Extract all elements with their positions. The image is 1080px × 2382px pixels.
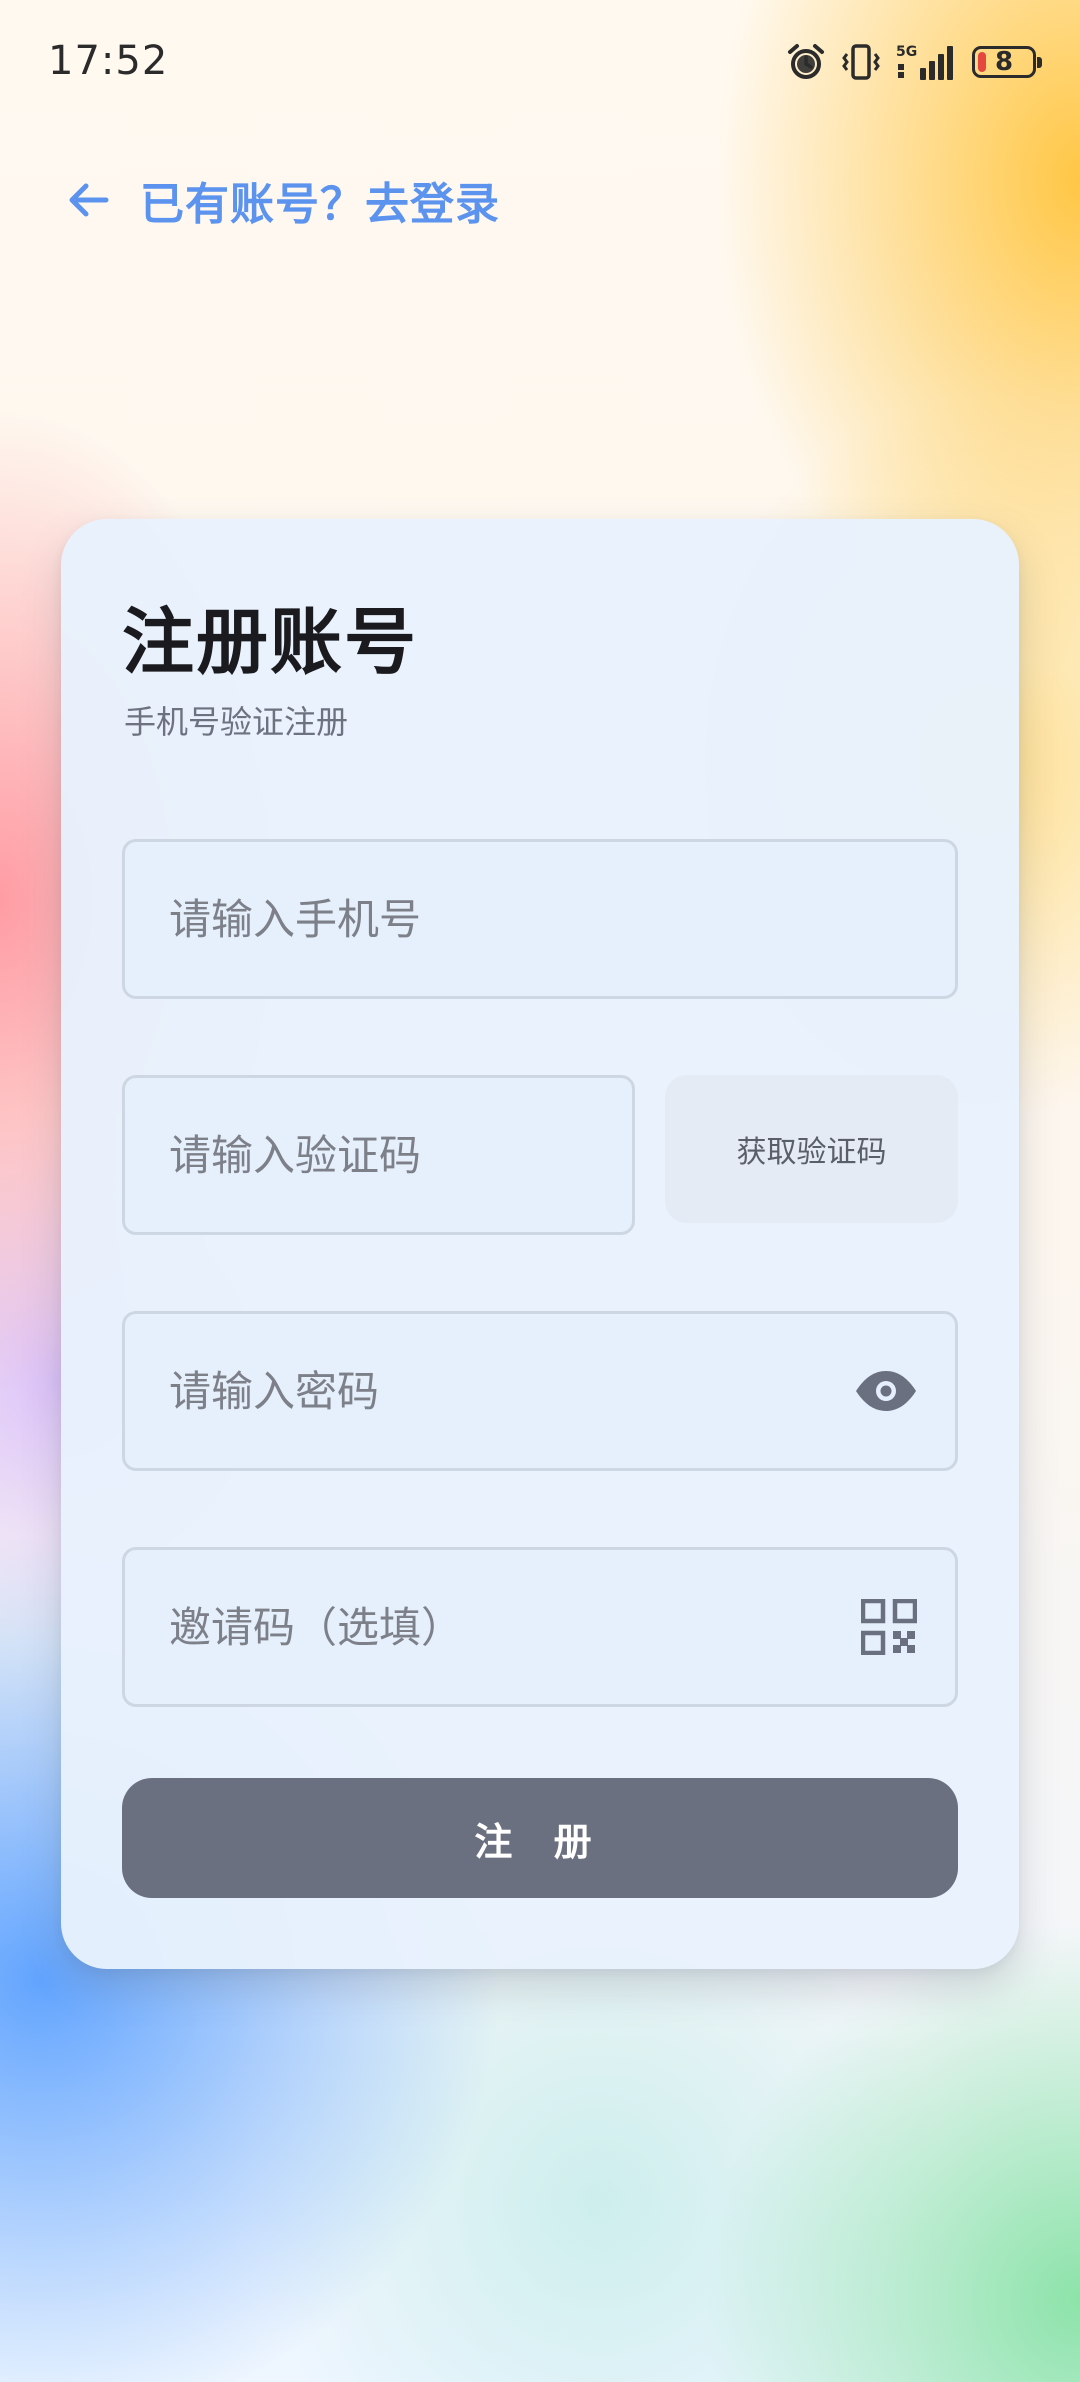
battery-icon: 8 (972, 46, 1042, 78)
alarm-icon (788, 44, 824, 79)
go-login-link[interactable]: 已有账号？去登录 (64, 160, 500, 240)
status-time: 17:52 (48, 38, 169, 84)
phone-field[interactable] (122, 839, 958, 999)
invite-code-field[interactable] (122, 1547, 958, 1707)
password-input[interactable] (125, 1314, 955, 1468)
page-title: 注册账号 (122, 600, 419, 684)
qr-code-icon[interactable] (861, 1599, 917, 1655)
battery-level (978, 52, 986, 72)
get-code-button[interactable]: 获取验证码 (665, 1075, 958, 1223)
verification-code-input[interactable] (125, 1078, 632, 1232)
vibrate-icon (842, 44, 880, 80)
eye-icon[interactable] (853, 1358, 919, 1424)
password-field[interactable] (122, 1311, 958, 1471)
register-button[interactable]: 注 册 (122, 1778, 958, 1898)
status-icons: 5G 8 (786, 40, 1042, 84)
battery-text: 8 (994, 47, 1014, 77)
invite-code-input[interactable] (125, 1550, 955, 1704)
page-subtitle: 手机号验证注册 (124, 703, 349, 741)
phone-input[interactable] (125, 842, 955, 996)
arrow-left-icon[interactable] (64, 175, 114, 225)
code-field[interactable] (122, 1075, 635, 1235)
signal-5g-icon: 5G (896, 44, 953, 80)
status-bar: 17:52 5G 8 (0, 0, 1080, 126)
svg-text:5G: 5G (896, 44, 917, 60)
register-card: 注册账号 手机号验证注册 获取验证码 注 册 (61, 519, 1019, 1969)
login-link-text[interactable]: 已有账号？去登录 (140, 168, 500, 232)
